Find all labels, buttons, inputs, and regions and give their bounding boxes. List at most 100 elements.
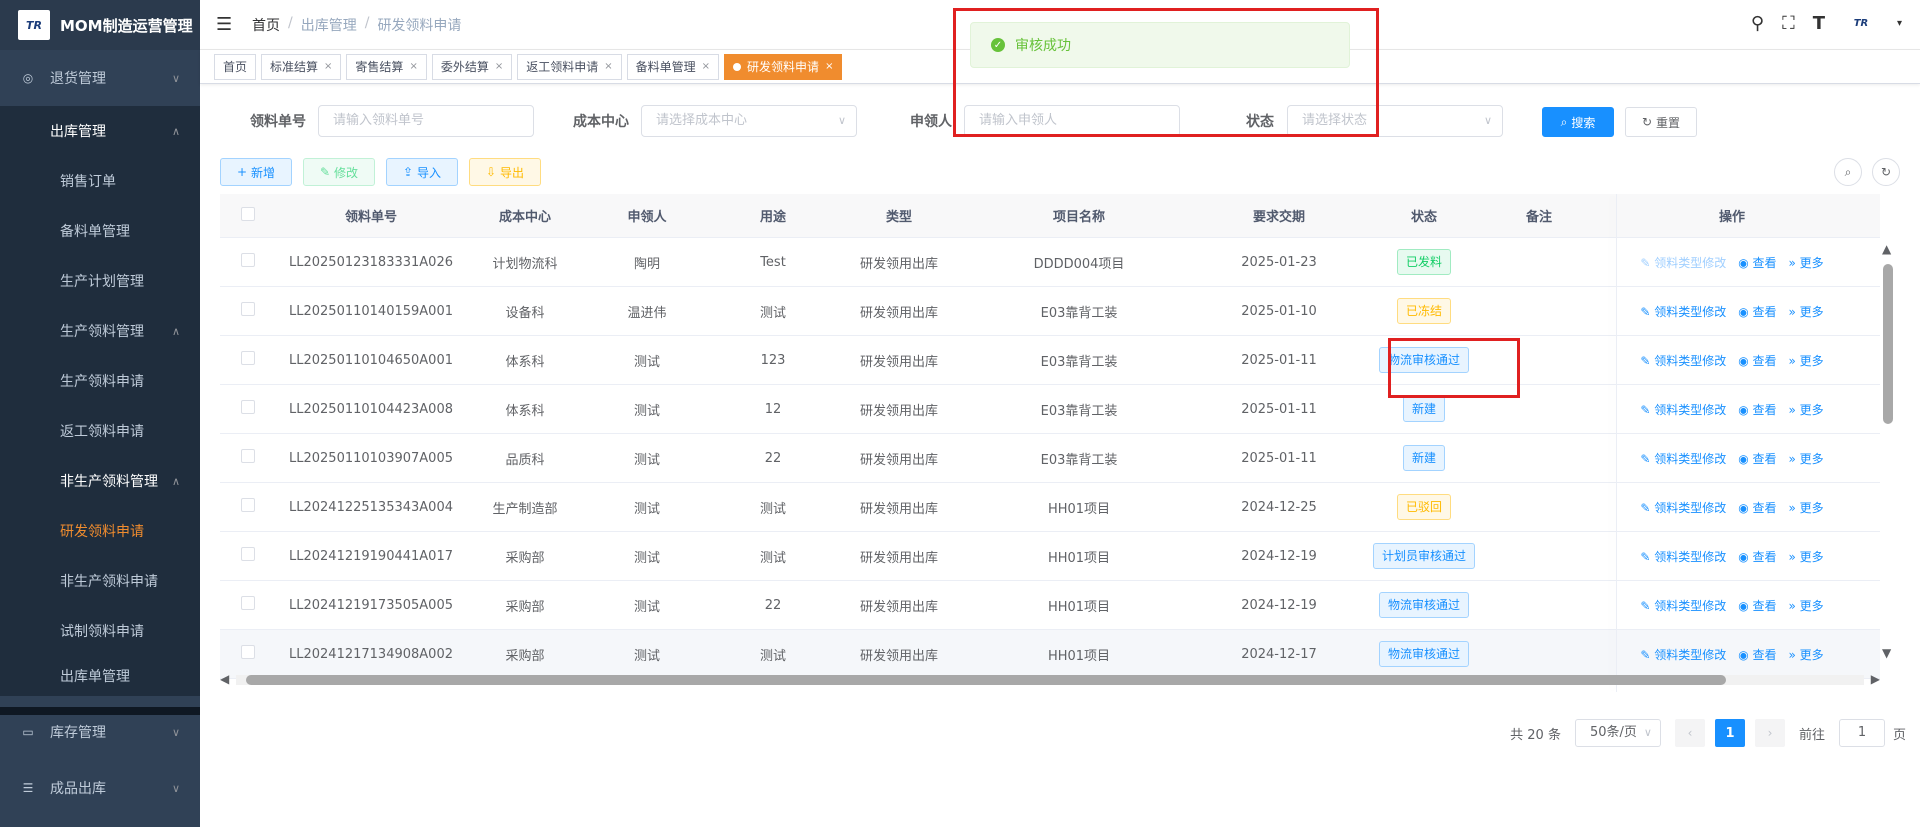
row-checkbox[interactable] [241,547,255,561]
row-checkbox[interactable] [241,253,255,267]
avatar[interactable]: TR [1843,10,1879,36]
column-header[interactable]: 用途 [710,206,836,225]
more-button[interactable]: » 更多 [1789,352,1824,369]
sidebar-item-outbound[interactable]: 出库管理 ∧ [0,106,200,156]
breadcrumb-home[interactable]: 首页 [252,15,280,35]
tag-outsource-settlement[interactable]: 委外结算 × [431,53,513,80]
breadcrumb-level2[interactable]: 出库管理 [301,15,357,35]
column-header[interactable]: 操作 [1612,206,1852,225]
modify-type-button[interactable]: ✎ 领料类型修改 [1640,254,1726,271]
tag-material-prep[interactable]: 备料单管理 × [626,53,720,80]
close-icon[interactable]: × [495,61,503,72]
vertical-scrollbar[interactable]: ▲ ▼ [1880,240,1896,660]
modify-type-button[interactable]: ✎ 领料类型修改 [1640,401,1726,418]
sidebar-scrollbar[interactable] [0,707,200,715]
tag-rework-requisition[interactable]: 返工领料申请 × [517,53,622,80]
modify-type-button[interactable]: ✎ 领料类型修改 [1640,548,1726,565]
more-button[interactable]: » 更多 [1789,254,1824,271]
close-icon[interactable]: × [324,61,332,72]
tag-standard-settlement[interactable]: 标准结算 × [261,53,342,80]
close-icon[interactable]: × [825,61,833,72]
scroll-thumb[interactable] [246,675,1726,685]
close-icon[interactable]: × [604,61,612,72]
table-row[interactable]: LL20250110104423A008 体系科 测试 12 研发领用出库 E03靠背工装… [220,385,1880,434]
more-button[interactable]: » 更多 [1789,499,1824,516]
table-row[interactable]: LL20241225135343A004 生产制造部 测试 测试 研发领用出库 HH01项… [220,483,1880,532]
column-header[interactable]: 领料单号 [276,206,466,225]
column-header[interactable]: 申领人 [584,206,710,225]
scroll-down-icon[interactable]: ▼ [1882,646,1891,660]
hamburger-icon[interactable]: ☰ [216,14,236,35]
more-button[interactable]: » 更多 [1789,303,1824,320]
import-button[interactable]: ⇪ 导入 [386,158,458,186]
scroll-up-icon[interactable]: ▲ [1882,242,1891,256]
more-button[interactable]: » 更多 [1789,450,1824,467]
view-button[interactable]: ◉ 查看 [1738,254,1776,271]
more-button[interactable]: » 更多 [1789,597,1824,614]
sidebar-item-trial-requisition[interactable]: 试制领料申请 [0,606,200,656]
row-checkbox[interactable] [241,645,255,659]
edit-button[interactable]: ✎ 修改 [303,158,375,186]
tag-consignment-settlement[interactable]: 寄售结算 × [346,53,427,80]
modify-type-button[interactable]: ✎ 领料类型修改 [1640,450,1726,467]
modify-type-button[interactable]: ✎ 领料类型修改 [1640,352,1726,369]
sidebar-item-return[interactable]: ◎ 退货管理 ∨ [0,50,200,106]
row-checkbox[interactable] [241,302,255,316]
requisition-no-input[interactable]: 请输入领料单号 [318,105,534,137]
tag-rd-requisition[interactable]: 研发领料申请 × [724,53,843,80]
column-header[interactable]: 备注 [1486,206,1592,225]
table-row[interactable]: LL20250110140159A001 设备科 温进伟 测试 研发领用出库 E03靠背工… [220,287,1880,336]
view-button[interactable]: ◉ 查看 [1738,352,1776,369]
add-button[interactable]: + 新增 [220,158,292,186]
page-size-select[interactable]: 50条/页 ∨ [1574,719,1661,747]
tag-home[interactable]: 首页 [214,53,257,80]
sidebar-item-sales-order[interactable]: 销售订单 [0,156,200,206]
export-button[interactable]: ⇩ 导出 [469,158,541,186]
sidebar-item-production-requisition-apply[interactable]: 生产领料申请 [0,356,200,406]
table-row[interactable]: LL20250110104650A001 体系科 测试 123 研发领用出库 E03靠背工… [220,336,1880,385]
sidebar-item-finished-outbound[interactable]: ☰ 成品出库 ∨ [0,760,200,816]
modify-type-button[interactable]: ✎ 领料类型修改 [1640,597,1726,614]
goto-page-input[interactable]: 1 [1838,719,1885,747]
view-button[interactable]: ◉ 查看 [1738,401,1776,418]
modify-type-button[interactable]: ✎ 领料类型修改 [1640,499,1726,516]
modify-type-button[interactable]: ✎ 领料类型修改 [1640,303,1726,320]
sidebar-item-nonproduction-requisition[interactable]: 非生产领料管理 ∧ [0,456,200,506]
row-checkbox[interactable] [241,400,255,414]
close-icon[interactable]: × [702,61,710,72]
more-button[interactable]: » 更多 [1789,548,1824,565]
view-button[interactable]: ◉ 查看 [1738,597,1776,614]
view-button[interactable]: ◉ 查看 [1738,548,1776,565]
sidebar-item-rd-requisition[interactable]: 研发领料申请 [0,506,200,556]
row-checkbox[interactable] [241,498,255,512]
toggle-search-button[interactable]: ⌕ [1834,158,1862,186]
column-header[interactable]: 要求交期 [1196,206,1362,225]
cost-center-select[interactable]: 请选择成本中心 ∨ [641,105,857,137]
prev-page-button[interactable]: ‹ [1674,719,1705,747]
row-checkbox[interactable] [241,449,255,463]
column-header[interactable]: 状态 [1362,206,1486,225]
caret-down-icon[interactable]: ▾ [1897,18,1902,29]
view-button[interactable]: ◉ 查看 [1738,499,1776,516]
column-header[interactable]: 项目名称 [962,206,1196,225]
search-button[interactable]: ⌕ 搜索 [1542,107,1614,137]
row-checkbox[interactable] [241,596,255,610]
scroll-right-icon[interactable]: ▶ [1871,672,1880,686]
scroll-left-icon[interactable]: ◀ [220,672,229,686]
select-all-checkbox[interactable] [241,206,255,221]
next-page-button[interactable]: › [1754,719,1785,747]
column-header[interactable]: 类型 [836,206,962,225]
refresh-button[interactable]: ↻ [1872,158,1900,186]
sidebar-item-rework-requisition[interactable]: 返工领料申请 [0,406,200,456]
page-number-button[interactable]: 1 [1714,719,1745,747]
table-row[interactable]: LL20241219173505A005 采购部 测试 22 研发领用出库 HH01项目 2… [220,581,1880,630]
status-select[interactable]: 请选择状态 ∨ [1287,105,1503,137]
sidebar-item-material-prep[interactable]: 备料单管理 [0,206,200,256]
horizontal-scrollbar[interactable]: ◀ ▶ [220,672,1880,688]
table-row[interactable]: LL20250110103907A005 品质科 测试 22 研发领用出库 E03靠背工装… [220,434,1880,483]
view-button[interactable]: ◉ 查看 [1738,646,1776,663]
modify-type-button[interactable]: ✎ 领料类型修改 [1640,646,1726,663]
font-size-icon[interactable]: T [1813,13,1825,34]
close-icon[interactable]: × [409,61,417,72]
column-header[interactable]: 成本中心 [466,206,584,225]
